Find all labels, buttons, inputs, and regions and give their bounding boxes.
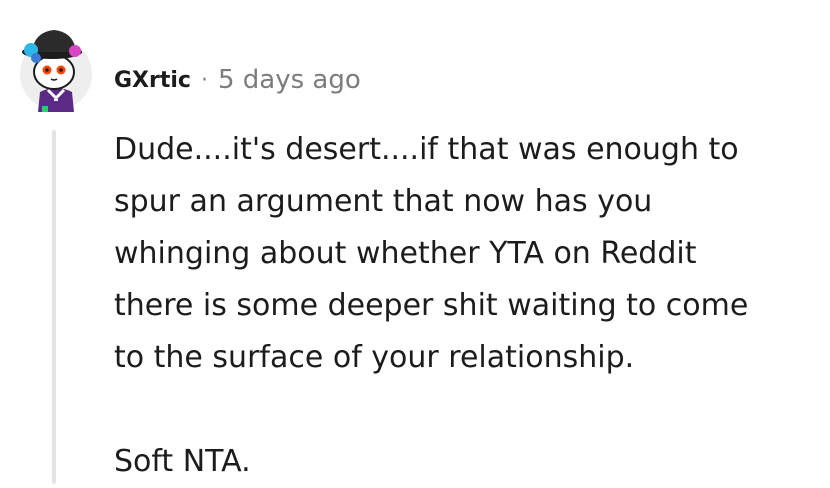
comment: GXrtic · 5 days ago Dude....it's desert.… <box>0 0 830 484</box>
user-avatar[interactable] <box>18 24 94 112</box>
thread-collapse-line[interactable] <box>52 130 56 484</box>
author-name[interactable]: GXrtic <box>114 68 191 93</box>
comment-paragraph: Soft NTA. <box>114 444 251 479</box>
meta-separator: · <box>200 67 208 93</box>
comment-timestamp[interactable]: 5 days ago <box>218 65 361 95</box>
comment-paragraph: Dude....it's desert....if that was enoug… <box>114 132 749 375</box>
comment-meta: GXrtic · 5 days ago <box>114 60 361 100</box>
snoo-avatar-icon <box>20 30 92 112</box>
comment-body: Dude....it's desert....if that was enoug… <box>114 124 814 488</box>
